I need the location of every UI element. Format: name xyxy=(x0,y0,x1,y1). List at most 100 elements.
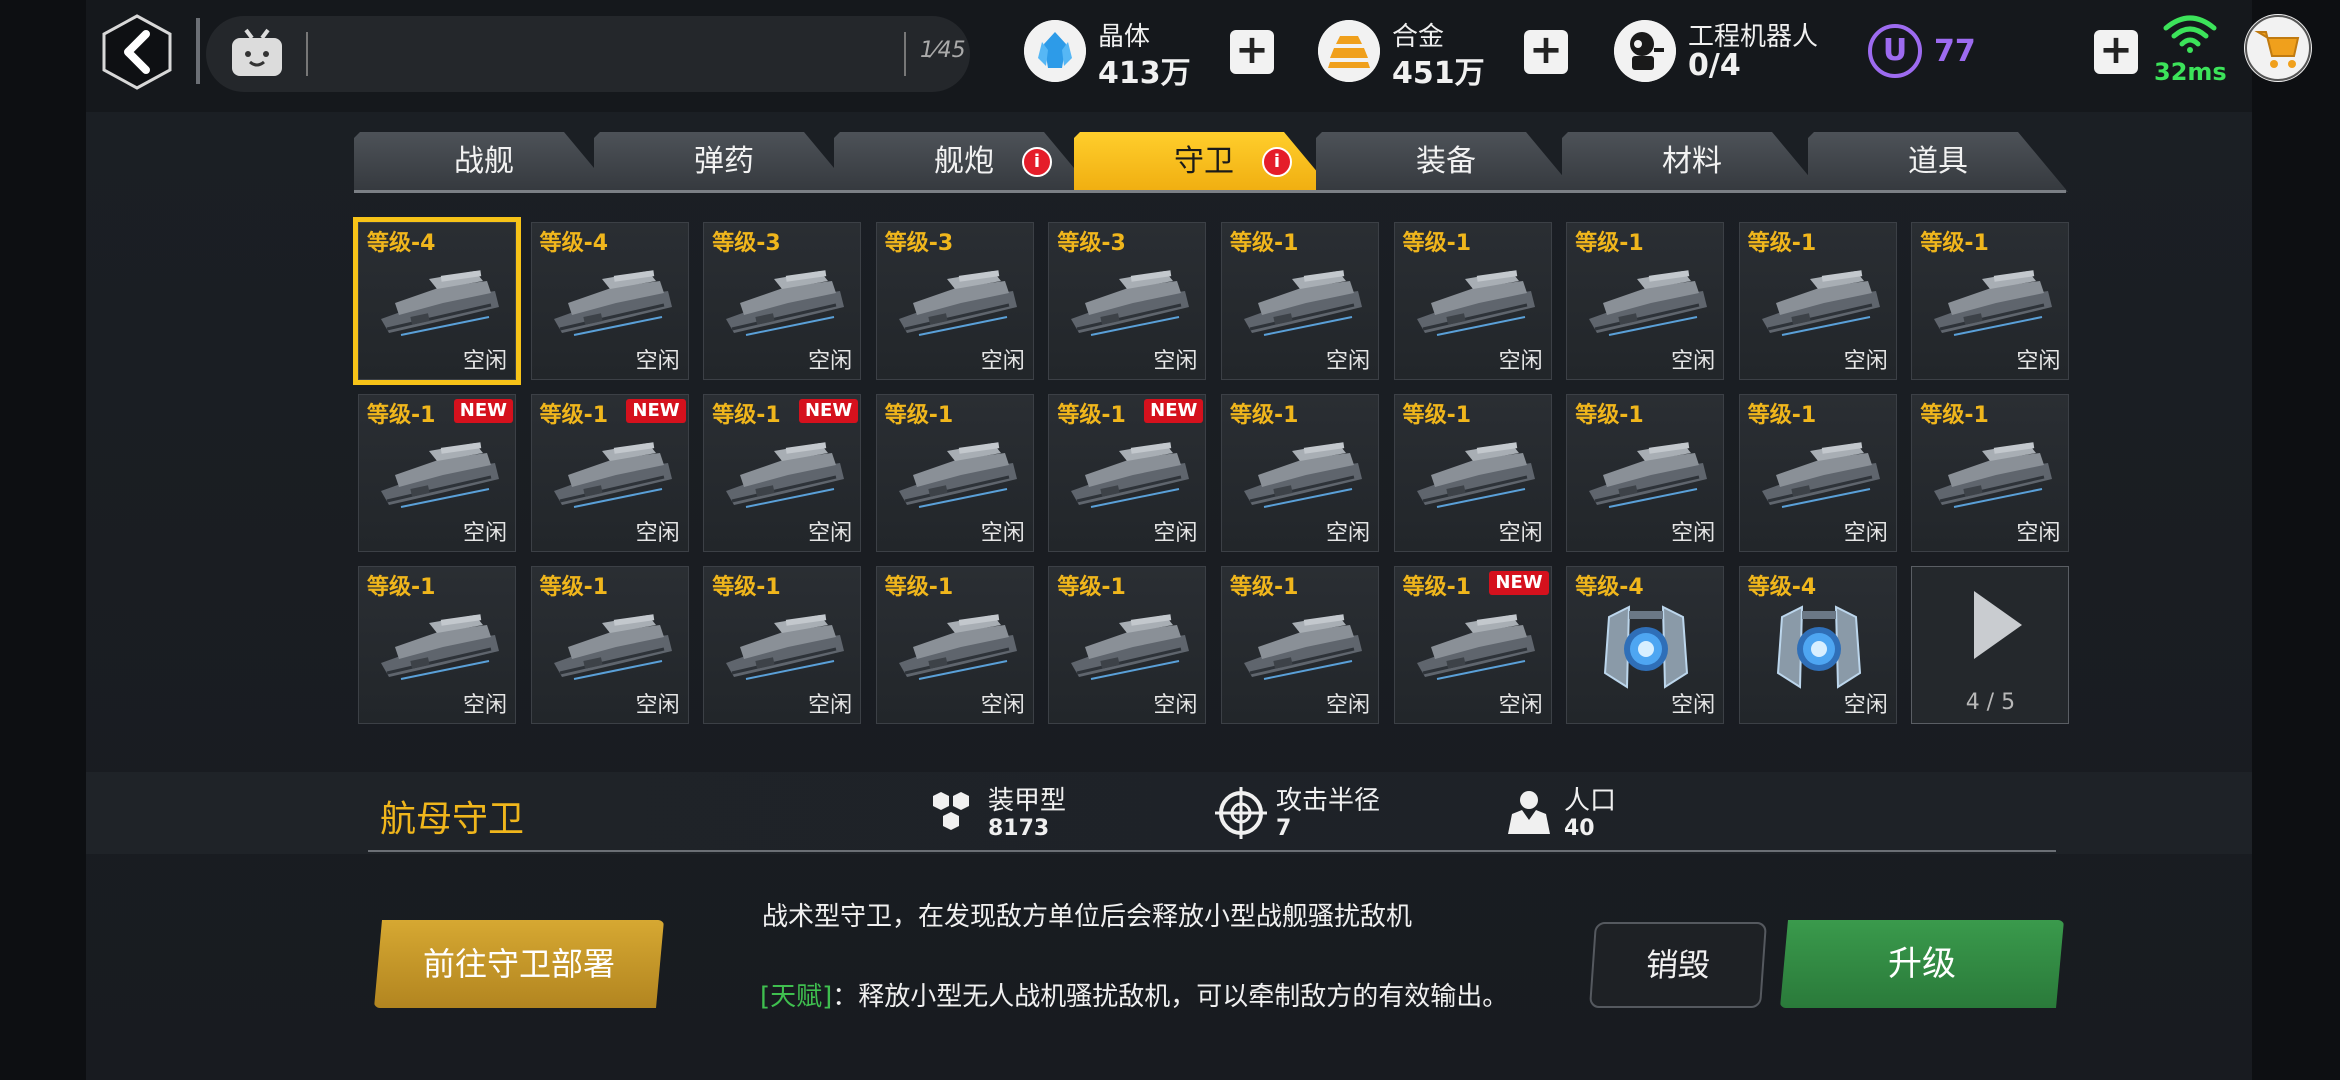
tab-guardians[interactable]: 守卫 xyxy=(1074,132,1334,192)
attack-radius-value: 7 xyxy=(1276,816,1292,841)
guardian-card[interactable]: 等级-1 空闲 xyxy=(1048,566,1207,724)
guardian-card[interactable]: 等级-1 空闲 xyxy=(1393,222,1552,380)
chat-box[interactable]: 1⁄45 xyxy=(206,16,970,92)
resource-crystal: 晶体 413万 xyxy=(1024,14,1224,91)
turret-guardian-art-icon xyxy=(716,431,850,519)
card-status: 空闲 xyxy=(1671,693,1716,718)
card-level: 等级-1 xyxy=(1402,403,1472,428)
card-status: 空闲 xyxy=(980,521,1025,546)
population-label: 人口 xyxy=(1564,786,1617,816)
turret-guardian-art-icon xyxy=(1924,259,2058,347)
card-level: 等级-1 xyxy=(1230,575,1299,600)
card-status: 空闲 xyxy=(1843,349,1888,374)
add-alloy-button[interactable]: + xyxy=(1524,30,1568,74)
guardian-card[interactable]: 等级-1 空闲 xyxy=(1566,394,1725,552)
guardian-card[interactable]: 等级-3 空闲 xyxy=(875,222,1034,380)
card-level: 等级-1 xyxy=(884,403,954,428)
unit-name: 航母守卫 xyxy=(380,799,525,840)
guardian-card[interactable]: 等级-1 空闲 xyxy=(1221,566,1379,724)
armor-label: 装甲型 xyxy=(988,786,1067,816)
tab-ammo[interactable]: 弹药 xyxy=(594,132,854,192)
turret-guardian-art-icon xyxy=(716,259,850,347)
guardian-card[interactable]: 等级-3 空闲 xyxy=(1048,222,1207,380)
guardian-card[interactable]: 等级-1 空闲 xyxy=(1738,222,1897,380)
guardian-card[interactable]: 等级-1 NEW 空闲 xyxy=(1048,394,1207,552)
card-status: 空闲 xyxy=(1843,693,1888,718)
detail-divider xyxy=(368,850,2056,852)
guardian-card[interactable]: 等级-4 空闲 xyxy=(1738,566,1897,724)
tab-naval-guns[interactable]: 舰炮 xyxy=(834,132,1094,192)
card-status: 空闲 xyxy=(1325,693,1370,718)
guardian-card[interactable]: 等级-3 空闲 xyxy=(703,222,862,380)
card-level: 等级-1 xyxy=(1057,403,1126,428)
guardian-card[interactable]: 等级-1 空闲 xyxy=(530,566,689,724)
card-level: 等级-1 xyxy=(1230,231,1299,256)
chat-count: 1⁄45 xyxy=(920,38,966,63)
resource-engineer-robot: 工程机器人 0/4 xyxy=(1614,14,1834,88)
attack-radius-label: 攻击半径 xyxy=(1276,786,1381,816)
add-u-coin-button[interactable]: + xyxy=(2094,30,2138,74)
card-level: 等级-1 xyxy=(884,575,954,600)
card-level: 等级-1 xyxy=(1575,231,1644,256)
new-badge: NEW xyxy=(798,399,859,423)
turret-guardian-art-icon xyxy=(889,259,1023,347)
guardian-card[interactable]: 等级-1 NEW 空闲 xyxy=(1393,566,1552,724)
card-level: 等级-1 xyxy=(1920,231,1989,256)
turret-guardian-art-icon xyxy=(716,603,850,691)
guardian-card[interactable]: 等级-4 空闲 xyxy=(353,217,521,385)
guardian-card[interactable]: 等级-4 空闲 xyxy=(530,222,689,380)
card-status: 空闲 xyxy=(1498,521,1543,546)
robot-value: 0/4 xyxy=(1688,48,1741,83)
guardian-card[interactable]: 等级-1 空闲 xyxy=(703,566,862,724)
next-page-button[interactable]: 4 / 5 xyxy=(1911,566,2070,724)
guardian-card[interactable]: 等级-1 空闲 xyxy=(1911,222,2070,380)
card-status: 空闲 xyxy=(635,521,680,546)
turret-guardian-art-icon xyxy=(1234,431,1368,519)
crystal-icon xyxy=(1024,20,1086,82)
new-badge: NEW xyxy=(1144,399,1204,423)
cart-icon xyxy=(2245,15,2311,81)
tab-materials[interactable]: 材料 xyxy=(1562,132,1822,192)
tabs-underline xyxy=(354,190,2066,193)
card-status: 空闲 xyxy=(1671,521,1716,546)
card-status: 空闲 xyxy=(1325,521,1370,546)
shop-cart-button[interactable] xyxy=(2244,14,2312,82)
guardian-card[interactable]: 等级-1 空闲 xyxy=(1738,394,1897,552)
guardian-card[interactable]: 等级-4 空闲 xyxy=(1566,566,1725,724)
guardian-card[interactable]: 等级-1 空闲 xyxy=(1221,222,1379,380)
guardian-card[interactable]: 等级-1 空闲 xyxy=(875,394,1034,552)
guardian-card[interactable]: 等级-1 空闲 xyxy=(1911,394,2070,552)
upgrade-button[interactable]: 升级 xyxy=(1780,920,2064,1008)
guardian-card[interactable]: 等级-1 空闲 xyxy=(1566,222,1725,380)
guardian-card[interactable]: 等级-1 空闲 xyxy=(358,566,516,724)
guardian-card[interactable]: 等级-1 NEW 空闲 xyxy=(530,394,689,552)
card-level: 等级-1 xyxy=(1575,403,1644,428)
guardian-card[interactable]: 等级-1 NEW 空闲 xyxy=(358,394,516,552)
new-badge: NEW xyxy=(453,399,513,423)
turret-guardian-art-icon xyxy=(1579,259,1713,347)
alloy-icon xyxy=(1318,20,1380,82)
back-button[interactable] xyxy=(100,12,174,92)
card-status: 空闲 xyxy=(1153,521,1198,546)
go-to-guardian-deployment-button[interactable]: 前往守卫部署 xyxy=(374,920,664,1008)
turret-guardian-art-icon xyxy=(1407,259,1541,347)
guardian-card[interactable]: 等级-1 NEW 空闲 xyxy=(703,394,862,552)
card-level: 等级-1 xyxy=(1402,575,1472,600)
tab-label: 弹药 xyxy=(694,144,754,179)
add-crystal-button[interactable]: + xyxy=(1230,30,1274,74)
guardian-card[interactable]: 等级-1 空闲 xyxy=(1393,394,1552,552)
turret-guardian-art-icon xyxy=(1061,431,1195,519)
card-status: 空闲 xyxy=(1325,349,1370,374)
card-level: 等级-4 xyxy=(1747,575,1817,600)
guardian-card[interactable]: 等级-1 空闲 xyxy=(875,566,1034,724)
tab-items[interactable]: 道具 xyxy=(1808,132,2068,192)
guardian-card[interactable]: 等级-1 空闲 xyxy=(1221,394,1379,552)
talent-text: ：释放小型无人战机骚扰敌机，可以牵制敌方的有效输出。 xyxy=(832,982,1509,1012)
turret-guardian-art-icon xyxy=(889,431,1023,519)
ping-value: 32ms xyxy=(2154,58,2227,86)
card-status: 空闲 xyxy=(462,349,507,374)
tab-warships[interactable]: 战舰 xyxy=(354,132,614,192)
tab-equipment[interactable]: 装备 xyxy=(1316,132,1576,192)
turret-guardian-art-icon xyxy=(371,603,505,691)
destroy-button[interactable]: 销毁 xyxy=(1588,922,1768,1008)
